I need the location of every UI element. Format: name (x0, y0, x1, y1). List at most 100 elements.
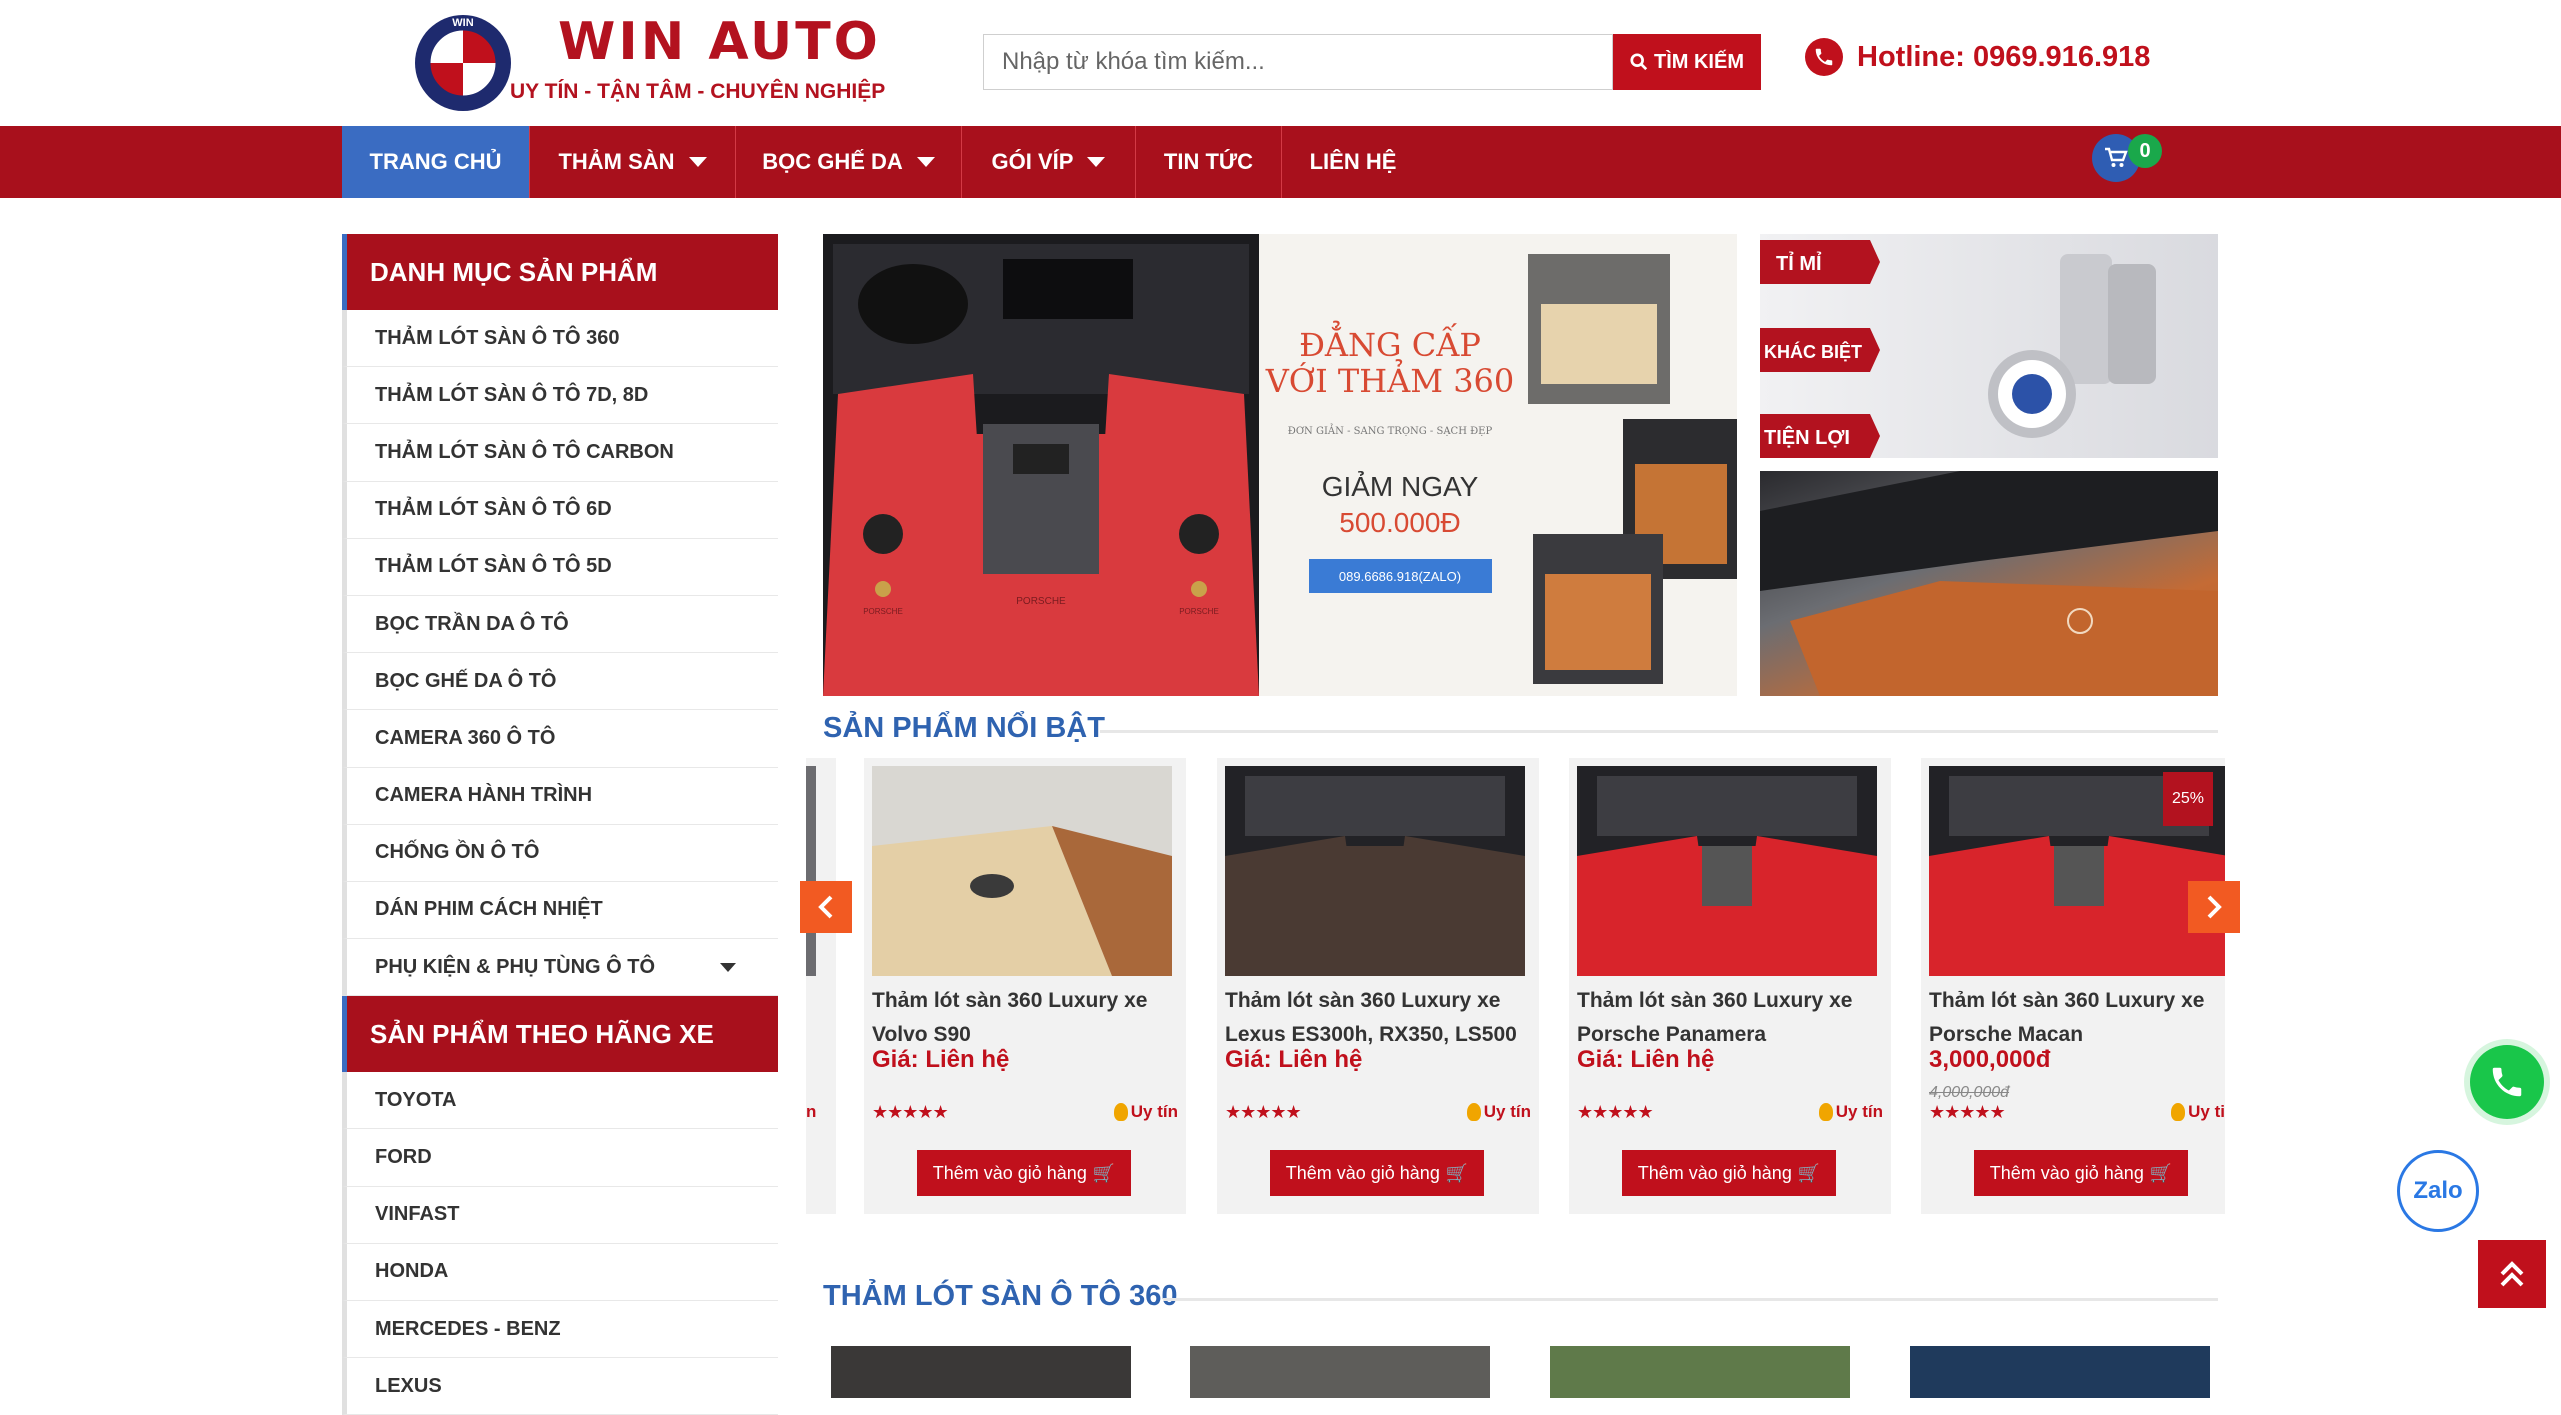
search-button[interactable]: TÌM KIẾM (1613, 34, 1761, 90)
category-item[interactable]: THẢM LÓT SÀN Ô TÔ 360 (342, 310, 778, 368)
category-item[interactable]: CAMERA 360 Ô TÔ (342, 710, 778, 768)
svg-text:TỈ MỈ: TỈ MỈ (1776, 252, 1822, 275)
add-to-cart-label: Thêm vào giỏ hàng (1637, 1162, 1792, 1183)
badge-fragment: n (806, 1102, 817, 1121)
carousel-next-button[interactable] (2188, 881, 2240, 933)
carousel-prev-button[interactable] (800, 881, 852, 933)
brand-list: TOYOTA FORD VINFAST HONDA MERCEDES - BEN… (342, 1072, 778, 1415)
medal-icon (2171, 1103, 2186, 1121)
add-to-cart-label: Thêm vào giỏ hàng (1989, 1162, 2144, 1183)
nav-item-label: GÓI VÍP (991, 149, 1074, 174)
nav-item-boc-ghe-da[interactable]: BỌC GHẾ DA (736, 126, 962, 198)
brand-name[interactable]: WIN AUTO (558, 12, 881, 72)
product-card[interactable]: 25% Thảm lót sàn 360 Luxury xe Porsche M… (1921, 758, 2225, 1214)
product-card-partial[interactable]: n (806, 758, 836, 1214)
svg-text:KHÁC BIỆT: KHÁC BIỆT (1764, 341, 1862, 362)
main-banner[interactable]: PORSCHE PORSCHE PORSCHE ĐẲNG CẤP VỚI THẢ… (823, 234, 1737, 696)
svg-text:WIN: WIN (452, 17, 473, 29)
add-to-cart-button[interactable]: Thêm vào giỏ hàng 🛒 (1974, 1150, 2188, 1196)
category-item-phu-kien[interactable]: PHỤ KIỆN & PHỤ TÙNG Ô TÔ (342, 939, 778, 997)
svg-text:089.6686.918(ZALO): 089.6686.918(ZALO) (1339, 569, 1461, 584)
add-to-cart-button[interactable]: Thêm vào giỏ hàng 🛒 (917, 1150, 1131, 1196)
site-header: WIN WIN AUTO UY TÍN - TẬN TÂM - CHUYÊN N… (0, 0, 2561, 126)
product-card[interactable]: Thảm lót sàn 360 Luxury xe Lexus ES300h,… (1217, 758, 1539, 1214)
brand-item[interactable]: LEXUS (342, 1358, 778, 1415)
product-image[interactable] (1577, 766, 1877, 976)
product-name[interactable]: Thảm lót sàn 360 Luxury xe Porsche Macan (1929, 984, 2225, 1052)
product-name[interactable]: Thảm lót sàn 360 Luxury xe Porsche Panam… (1577, 984, 1887, 1052)
banner-artwork: PORSCHE PORSCHE PORSCHE ĐẲNG CẤP VỚI THẢ… (823, 234, 1737, 696)
category-list: THẢM LÓT SÀN Ô TÔ 360 THẢM LÓT SÀN Ô TÔ … (342, 310, 778, 997)
category-item[interactable]: THẢM LÓT SÀN Ô TÔ 6D (342, 481, 778, 539)
brand-item[interactable]: TOYOTA (342, 1072, 778, 1130)
brand-item[interactable]: VINFAST (342, 1186, 778, 1244)
category-item[interactable]: CHỐNG ỒN Ô TÔ (342, 824, 778, 882)
brand-item[interactable]: FORD (342, 1129, 778, 1187)
product-price: 3,000,000đ (1929, 1046, 2051, 1073)
product-thumbnail[interactable] (1910, 1346, 2210, 1398)
svg-text:PORSCHE: PORSCHE (863, 607, 903, 616)
chevron-right-icon (2207, 895, 2222, 919)
product-image[interactable] (1225, 766, 1525, 976)
category-item[interactable]: DÁN PHIM CÁCH NHIỆT (342, 881, 778, 940)
category-item[interactable]: THẢM LÓT SÀN Ô TÔ 5D (342, 538, 778, 596)
search-input[interactable] (984, 35, 1612, 89)
nav-item-label: TIN TỨC (1163, 149, 1254, 174)
category-item[interactable]: BỌC TRẦN DA Ô TÔ (342, 595, 778, 654)
banner-side-top[interactable]: TỈ MỈ KHÁC BIỆT TIỆN LỢI (1760, 234, 2218, 458)
svg-text:500.000Đ: 500.000Đ (1339, 507, 1460, 538)
logo-emblem-icon[interactable]: WIN (413, 13, 513, 113)
hotline-number[interactable]: Hotline: 0969.916.918 (1857, 41, 2150, 74)
cart-icon: 🛒 (1092, 1162, 1116, 1183)
search-icon (1630, 53, 1648, 71)
brand-item[interactable]: MERCEDES - BENZ (342, 1301, 778, 1359)
category-item[interactable]: THẢM LÓT SÀN Ô TÔ CARBON (342, 424, 778, 482)
add-to-cart-button[interactable]: Thêm vào giỏ hàng 🛒 (1270, 1150, 1484, 1196)
trust-badge-label: Uy tín (1130, 1102, 1178, 1121)
back-to-top-button[interactable] (2478, 1240, 2546, 1308)
floating-call-button[interactable] (2470, 1045, 2544, 1119)
nav-item-tham-san[interactable]: THẢM SÀN (530, 126, 736, 198)
product-image (806, 766, 816, 976)
nav-item-goi-vip[interactable]: GÓI VÍP (962, 126, 1136, 198)
banner-side-bottom[interactable] (1760, 471, 2218, 696)
featured-section-title: SẢN PHẨM NỔI BẬT (823, 712, 1105, 744)
nav-item-tin-tuc[interactable]: TIN TỨC (1136, 126, 1282, 198)
rating-stars: ★★★★★ (1929, 1102, 2006, 1122)
section-divider (1100, 730, 2218, 733)
caret-down-icon (916, 157, 935, 167)
product-price: Giá: Liên hệ (1577, 1046, 1715, 1073)
svg-text:ĐƠN GIẢN - SANG TRỌNG - SẠCH Đ: ĐƠN GIẢN - SANG TRỌNG - SẠCH ĐẸP (1288, 424, 1493, 437)
brand-item[interactable]: HONDA (342, 1243, 778, 1301)
cart-icon: 🛒 (1445, 1162, 1469, 1183)
add-to-cart-label: Thêm vào giỏ hàng (932, 1162, 1087, 1183)
floating-zalo-button[interactable]: Zalo (2397, 1150, 2479, 1232)
product-thumbnail[interactable] (831, 1346, 1131, 1398)
add-to-cart-button[interactable]: Thêm vào giỏ hàng 🛒 (1622, 1150, 1836, 1196)
product-name[interactable]: Thảm lót sàn 360 Luxury xe Lexus ES300h,… (1225, 984, 1535, 1052)
product-thumbnail[interactable] (1190, 1346, 1490, 1398)
category-item[interactable]: BỌC GHẾ DA Ô TÔ (342, 653, 778, 711)
trust-badge: Uy tín (1466, 1102, 1531, 1122)
main-navigation: TRANG CHỦ THẢM SÀN BỌC GHẾ DA GÓI VÍP TI… (0, 126, 2561, 198)
product-name[interactable]: Thảm lót sàn 360 Luxury xe Volvo S90 (872, 984, 1182, 1052)
product-thumbnail[interactable] (1550, 1346, 1850, 1398)
nav-item-label: LIÊN HỆ (1309, 149, 1397, 174)
product-card[interactable]: Thảm lót sàn 360 Luxury xe Porsche Panam… (1569, 758, 1891, 1214)
phone-icon (1805, 38, 1843, 76)
nav-item-lien-he[interactable]: LIÊN HỆ (1282, 126, 1424, 198)
chevron-left-icon (818, 895, 833, 919)
nav-item-trang-chu[interactable]: TRANG CHỦ (342, 126, 530, 198)
nav-item-label: TRANG CHỦ (369, 149, 502, 174)
caret-down-icon[interactable] (720, 963, 736, 973)
nav-item-label: BỌC GHẾ DA (762, 149, 903, 174)
search-button-label: TÌM KIẾM (1654, 50, 1744, 73)
product-card[interactable]: Thảm lót sàn 360 Luxury xe Volvo S90 Giá… (864, 758, 1186, 1214)
discount-badge: 25% (2163, 772, 2213, 826)
category-item[interactable]: THẢM LÓT SÀN Ô TÔ 7D, 8D (342, 367, 778, 425)
product-image[interactable] (872, 766, 1172, 976)
category-item[interactable]: CAMERA HÀNH TRÌNH (342, 767, 778, 825)
brand-slogan: UY TÍN - TẬN TÂM - CHUYÊN NGHIỆP (510, 80, 886, 103)
caret-down-icon (688, 157, 707, 167)
hotline[interactable]: Hotline: 0969.916.918 (1805, 38, 2150, 76)
